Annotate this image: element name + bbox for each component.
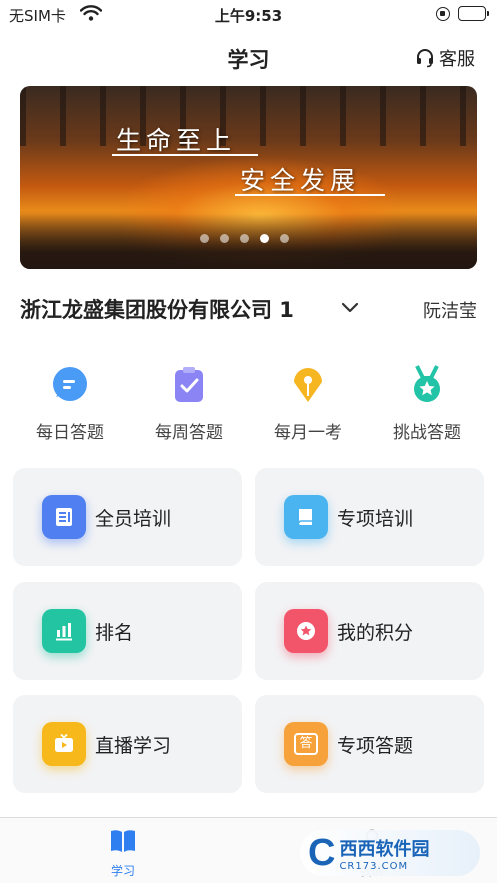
- quick-action-label: 挑战答题: [393, 423, 461, 443]
- card-all-staff-training[interactable]: 全员培训: [13, 468, 242, 566]
- watermark-logo-icon: C: [308, 831, 336, 874]
- card-label: 排名: [95, 622, 134, 644]
- tab-study[interactable]: 学习: [83, 828, 163, 879]
- card-label: 直播学习: [95, 735, 172, 757]
- card-live-learning[interactable]: 直播学习: [13, 695, 242, 793]
- customer-service-button[interactable]: 客服: [415, 45, 475, 71]
- card-label: 全员培训: [95, 508, 172, 530]
- star-badge-icon: [284, 609, 328, 653]
- quick-action-label: 每周答题: [155, 423, 223, 443]
- banner-slogan-1: 生命至上: [116, 126, 237, 155]
- card-special-quiz[interactable]: 答 专项答题: [255, 695, 484, 793]
- site-watermark: C 西西软件园 CR173.COM: [300, 830, 480, 876]
- carousel-indicator[interactable]: [200, 234, 289, 243]
- chevron-down-icon[interactable]: [341, 302, 359, 314]
- document-icon: [42, 495, 86, 539]
- clock: 上午9:53: [214, 7, 283, 25]
- user-name: 阮洁莹: [423, 301, 477, 322]
- card-label: 我的积分: [337, 622, 414, 644]
- answer-icon: 答: [284, 722, 328, 766]
- watermark-domain: CR173.COM: [339, 860, 409, 872]
- clipboard-check-icon: [175, 367, 203, 402]
- medal-icon: [414, 365, 440, 402]
- carousel-dot[interactable]: [200, 234, 209, 243]
- quick-action-label: 每月一考: [274, 423, 342, 443]
- card-label: 专项培训: [337, 508, 414, 530]
- company-selector[interactable]: 浙江龙盛集团股份有限公司 1 阮洁莹: [20, 294, 477, 326]
- headset-icon: [417, 49, 433, 68]
- quick-action-monthly[interactable]: 每月一考: [253, 364, 363, 443]
- watermark-brand: 西西软件园: [339, 838, 430, 860]
- carousel-dot[interactable]: [240, 234, 249, 243]
- book-icon: [284, 495, 328, 539]
- card-special-training[interactable]: 专项培训: [255, 468, 484, 566]
- customer-service-label: 客服: [439, 49, 475, 70]
- carousel-dot[interactable]: [260, 234, 269, 243]
- nav-bar: 学习 客服: [0, 36, 497, 78]
- quick-action-label: 每日答题: [36, 423, 104, 443]
- card-my-points[interactable]: 我的积分: [255, 582, 484, 680]
- banner-carousel[interactable]: 生命至上 安全发展: [20, 86, 477, 269]
- chat-bubble-icon: [53, 367, 87, 401]
- quick-action-weekly[interactable]: 每周答题: [134, 364, 244, 443]
- quick-action-challenge[interactable]: 挑战答题: [372, 364, 482, 443]
- tv-play-icon: [42, 722, 86, 766]
- orientation-lock-icon: [436, 7, 450, 21]
- status-bar: 无SIM卡 上午9:53: [0, 0, 497, 28]
- book-open-icon: [111, 830, 135, 852]
- banner-slogan-2: 安全发展: [240, 166, 361, 195]
- card-label: 专项答题: [337, 735, 414, 757]
- quick-actions: 每日答题 每周答题 每月一考 挑战答题: [0, 364, 497, 444]
- carousel-dot[interactable]: [280, 234, 289, 243]
- banner-background: [20, 86, 477, 146]
- carousel-dot[interactable]: [220, 234, 229, 243]
- pen-nib-icon: [294, 368, 322, 402]
- bar-chart-icon: [42, 609, 86, 653]
- card-ranking[interactable]: 排名: [13, 582, 242, 680]
- company-name: 浙江龙盛集团股份有限公司 1: [20, 298, 294, 322]
- tab-label: 学习: [110, 864, 135, 878]
- quick-action-daily[interactable]: 每日答题: [15, 364, 125, 443]
- battery-icon: [458, 6, 489, 21]
